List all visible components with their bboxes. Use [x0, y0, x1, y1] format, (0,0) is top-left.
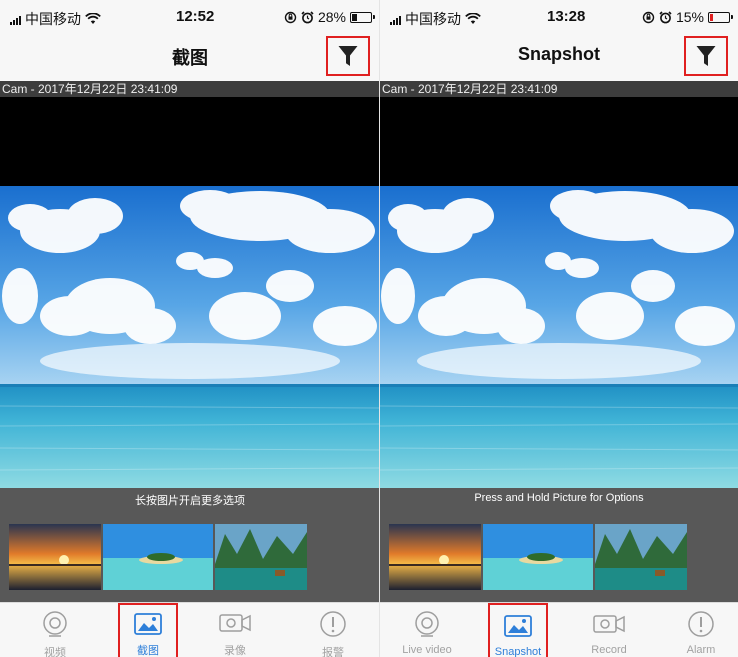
letterbox-top: [380, 97, 738, 186]
tab-record[interactable]: 录像: [200, 603, 270, 657]
sky-sea-image: [380, 186, 738, 488]
tab-record[interactable]: Record: [574, 603, 644, 657]
tab-live-video[interactable]: 视频: [20, 603, 90, 657]
thumbnail-bay[interactable]: [595, 524, 687, 590]
thumbnail-sunset[interactable]: [389, 524, 481, 590]
filter-icon: [696, 46, 716, 66]
snapshot-preview[interactable]: [0, 186, 380, 488]
snapshot-preview[interactable]: [380, 186, 738, 488]
camera-timestamp: Cam - 2017年12月22日 23:41:09: [0, 81, 380, 97]
wifi-icon: [465, 13, 481, 24]
battery-icon: [708, 11, 733, 23]
thumbnail-strip: [389, 524, 687, 590]
battery-percent: 28%: [317, 9, 346, 25]
thumbnail-sunset[interactable]: [9, 524, 101, 590]
tab-bar: Live video Snapshot Record Alarm: [380, 602, 738, 657]
carrier-label: 中国移动: [25, 11, 81, 27]
long-press-hint: 长按图片开启更多选项: [135, 495, 245, 507]
tab-snapshot[interactable]: Snapshot: [488, 603, 548, 657]
battery-percent: 15%: [675, 9, 704, 25]
thumbnail-bay[interactable]: [215, 524, 307, 590]
camera-timestamp: Cam - 2017年12月22日 23:41:09: [380, 81, 738, 97]
snapshot-icon: [504, 615, 532, 637]
signal-icon: [10, 14, 21, 25]
filter-icon: [338, 46, 358, 66]
options-panel: 长按图片开启更多选项: [0, 488, 380, 602]
sky-sea-image: [0, 186, 380, 488]
alarm-icon: [320, 611, 346, 637]
wifi-icon: [85, 13, 101, 24]
snapshot-icon: [134, 613, 162, 635]
alarm-clock-icon: [659, 10, 672, 23]
record-icon: [593, 615, 625, 633]
carrier-label: 中国移动: [405, 11, 461, 27]
thumbnail-strip: [9, 524, 307, 590]
screen-english: 中国移动 13:28 15% Snapshot Cam - 2017年12月22…: [380, 0, 738, 657]
live-video-icon: [415, 611, 439, 637]
tab-snapshot[interactable]: 截图: [118, 603, 178, 657]
thumbnail-island[interactable]: [103, 524, 213, 590]
alarm-icon: [688, 611, 714, 637]
page-title: 截图: [172, 48, 208, 68]
rotation-lock-icon: [284, 11, 297, 23]
signal-icon: [390, 14, 401, 25]
status-time: 12:52: [176, 8, 215, 25]
thumbnail-island[interactable]: [483, 524, 593, 590]
filter-button[interactable]: [326, 36, 370, 76]
tab-live-video[interactable]: Live video: [392, 603, 462, 657]
status-bar: 中国移动 12:52 28%: [0, 0, 380, 34]
tab-bar: 视频 截图 录像 报警: [0, 602, 380, 657]
long-press-hint: Press and Hold Picture for Options: [474, 492, 644, 504]
live-video-icon: [43, 611, 67, 637]
screen-chinese: 中国移动 12:52 28% 截图 Cam - 2017年12月22日 23:4…: [0, 0, 380, 657]
record-icon: [219, 614, 251, 632]
nav-bar: Snapshot: [380, 34, 738, 78]
status-time: 13:28: [547, 8, 586, 25]
tab-alarm[interactable]: 报警: [298, 603, 368, 657]
letterbox-top: [0, 97, 380, 186]
battery-icon: [350, 11, 375, 23]
tab-alarm[interactable]: Alarm: [666, 603, 736, 657]
alarm-clock-icon: [301, 10, 314, 23]
rotation-lock-icon: [642, 11, 655, 23]
status-bar: 中国移动 13:28 15%: [380, 0, 738, 34]
options-panel: Press and Hold Picture for Options: [380, 488, 738, 602]
nav-bar: 截图: [0, 34, 380, 78]
filter-button[interactable]: [684, 36, 728, 76]
